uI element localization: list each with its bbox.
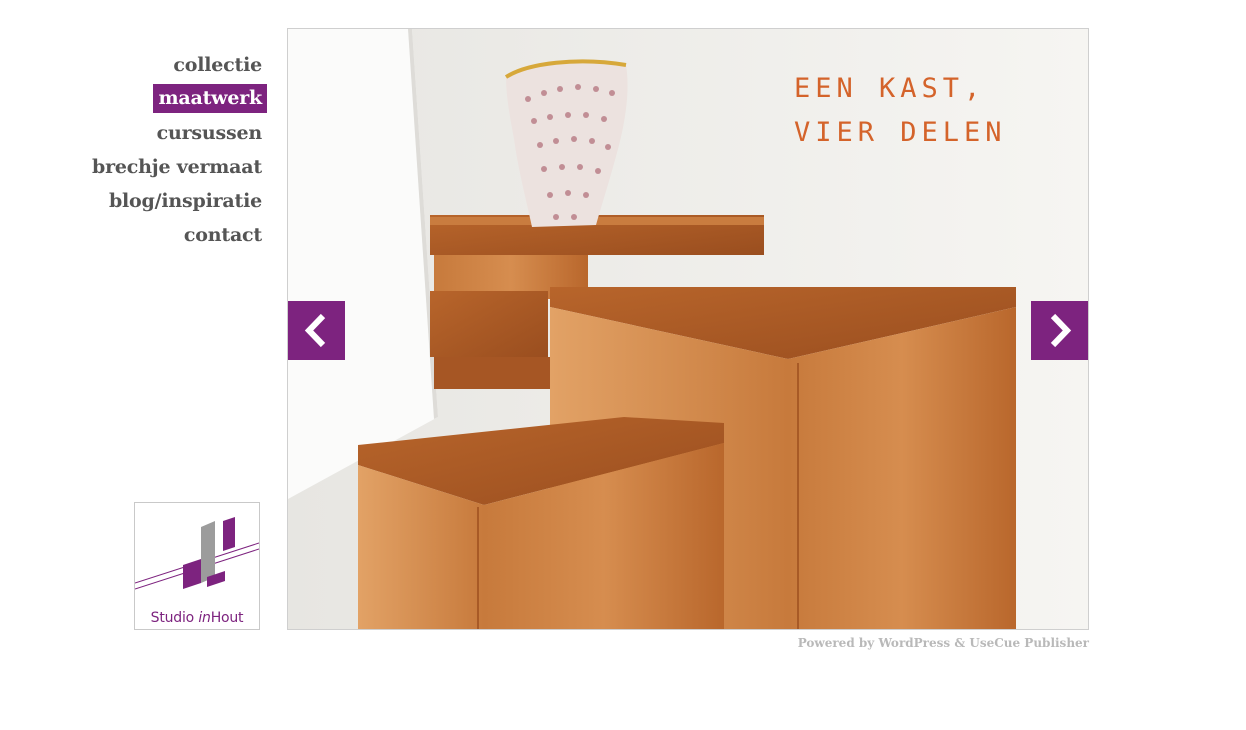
chevron-right-icon bbox=[1050, 313, 1072, 348]
usecue-link[interactable]: UseCue Publisher bbox=[969, 636, 1089, 650]
nav-item-maatwerk: maatwerk bbox=[0, 84, 267, 118]
nav-item-cursussen: cursussen bbox=[0, 118, 263, 152]
caption-line-1: EEN KAST, bbox=[794, 73, 986, 104]
studio-inhout-logo[interactable]: Studio inHout bbox=[134, 502, 260, 630]
main-nav: collectie maatwerk cursussen brechje ver… bbox=[0, 50, 267, 254]
nav-item-blog-inspiratie: blog/inspiratie bbox=[0, 186, 262, 220]
nav-item-collectie: collectie bbox=[0, 50, 262, 84]
slideshow: EEN KAST, VIER DELEN bbox=[287, 28, 1089, 630]
chevron-left-icon bbox=[304, 313, 326, 348]
nav-item-brechje-vermaat: brechje vermaat bbox=[0, 152, 262, 186]
nav-link-brechje-vermaat[interactable]: brechje vermaat bbox=[86, 152, 262, 182]
wordpress-link[interactable]: WordPress bbox=[878, 636, 950, 650]
nav-link-cursussen[interactable]: cursussen bbox=[151, 118, 263, 148]
nav-link-maatwerk[interactable]: maatwerk bbox=[153, 84, 267, 113]
footer-ampersand: & bbox=[950, 636, 970, 650]
logo-text: Studio inHout bbox=[150, 610, 244, 626]
powered-by-text: Powered by bbox=[797, 636, 879, 650]
nav-item-contact: contact bbox=[0, 220, 262, 254]
caption-line-2: VIER DELEN bbox=[794, 117, 1007, 148]
nav-link-collectie[interactable]: collectie bbox=[167, 50, 262, 80]
next-slide-button[interactable] bbox=[1031, 301, 1088, 360]
nav-link-contact[interactable]: contact bbox=[178, 220, 262, 250]
nav-link-blog-inspiratie[interactable]: blog/inspiratie bbox=[103, 186, 262, 216]
slide-caption: EEN KAST, VIER DELEN bbox=[794, 67, 1007, 155]
prev-slide-button[interactable] bbox=[288, 301, 345, 360]
footer-credits: Powered by WordPress & UseCue Publisher bbox=[798, 636, 1089, 650]
